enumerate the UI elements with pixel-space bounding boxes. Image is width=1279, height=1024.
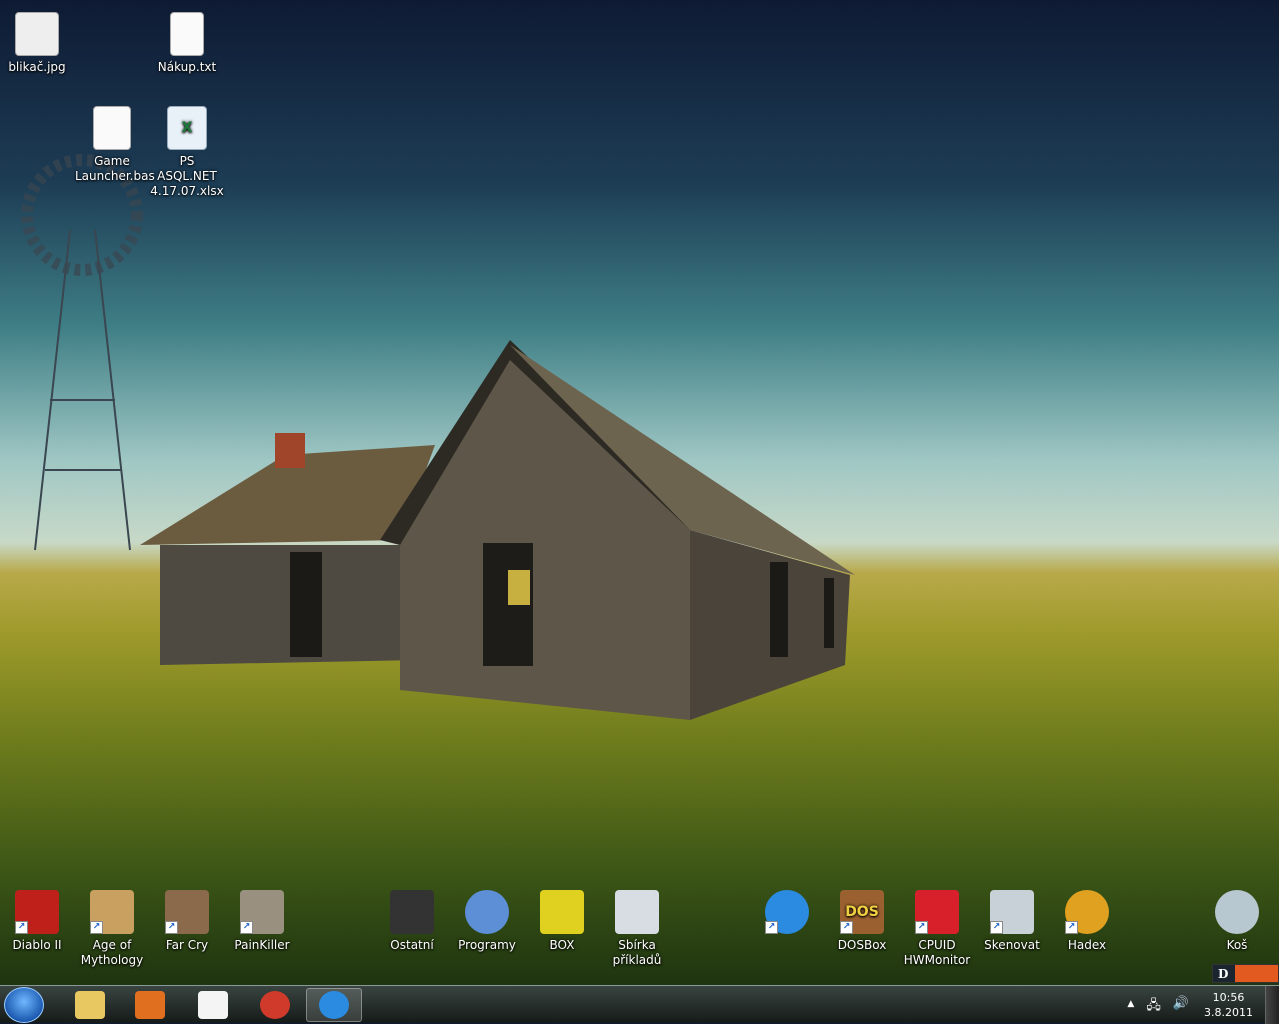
- age-of-mythology-icon: ↗: [90, 890, 134, 934]
- icon-label: Diablo II: [12, 938, 62, 952]
- desktop-icon-chip-folder[interactable]: Ostatní: [375, 890, 449, 953]
- desktop-icon-hwmonitor[interactable]: ↗ CPUID HWMonitor: [900, 890, 974, 968]
- taskbar-button-chrome[interactable]: [247, 988, 303, 1022]
- taskbar-button-media-player[interactable]: [122, 988, 178, 1022]
- printer-icon: [615, 890, 659, 934]
- volume-icon[interactable]: 🔊: [1173, 996, 1189, 1018]
- network-icon[interactable]: 🖧: [1146, 996, 1161, 1018]
- icon-label: Koš: [1226, 938, 1248, 952]
- taskbar-button-explorer[interactable]: [62, 988, 118, 1022]
- desktop-icon-far-cry[interactable]: ↗ Far Cry: [150, 890, 224, 953]
- chrome-icon: [260, 991, 290, 1019]
- taskbar: ▲ 🖧 🔊 10:56 3.8.2011: [0, 985, 1279, 1024]
- desktop-icon-chrome[interactable]: ↗ Hadex: [1050, 890, 1124, 953]
- desktop-icon-game-launcher[interactable]: Game Launcher.bas: [75, 106, 155, 184]
- icon-label: Programy: [458, 938, 516, 952]
- desktop-icon-age-of-mythology[interactable]: ↗ Age of Mythology: [75, 890, 149, 968]
- chip-folder-icon: [390, 890, 434, 934]
- desktop-icon-keys[interactable]: BOX: [525, 890, 599, 953]
- shortcut-arrow-icon: ↗: [90, 921, 103, 934]
- desktop-icon-diablo[interactable]: ↗ Diablo II: [0, 890, 74, 953]
- text-file-icon: [170, 12, 204, 56]
- chrome-icon: ↗: [1065, 890, 1109, 934]
- image-file-icon: [15, 12, 59, 56]
- internet-explorer-icon: [319, 991, 349, 1019]
- hwmonitor-icon: ↗: [915, 890, 959, 934]
- icon-label: Skenovat: [984, 938, 1040, 952]
- translate-icon: [198, 991, 228, 1019]
- icon-label: BOX: [549, 938, 575, 952]
- shortcut-arrow-icon: ↗: [990, 921, 1003, 934]
- desktop-icon-blikac[interactable]: blikač.jpg: [0, 12, 74, 75]
- shortcut-arrow-icon: ↗: [15, 921, 28, 934]
- taskbar-button-internet-explorer[interactable]: [306, 988, 362, 1022]
- taskbar-widget-d[interactable]: D: [1212, 964, 1279, 983]
- keys-icon: [540, 890, 584, 934]
- desktop-icon-internet-explorer[interactable]: ↗: [750, 890, 824, 938]
- icon-label: PS ASQL.NET 4.17.07.xlsx: [150, 154, 224, 198]
- icon-label: Game Launcher.bas: [75, 154, 155, 183]
- desktop-icon-ps-asql[interactable]: X PS ASQL.NET 4.17.07.xlsx: [150, 106, 224, 199]
- icon-label: Ostatní: [390, 938, 434, 952]
- shortcut-arrow-icon: ↗: [240, 921, 253, 934]
- icon-label: Sbírka příkladů: [612, 938, 662, 967]
- show-hidden-icons-button[interactable]: ▲: [1127, 996, 1134, 1018]
- bas-file-icon: [93, 106, 131, 150]
- shortcut-arrow-icon: ↗: [915, 921, 928, 934]
- icon-label: blikač.jpg: [8, 60, 66, 74]
- start-button[interactable]: [4, 987, 44, 1023]
- far-cry-icon: ↗: [165, 890, 209, 934]
- desktop-icon-nakup[interactable]: Nákup.txt: [150, 12, 224, 75]
- desktop-icon-printer[interactable]: Sbírka příkladů: [600, 890, 674, 968]
- painkiller-icon: ↗: [240, 890, 284, 934]
- icon-label: PainKiller: [234, 938, 290, 952]
- icon-label: Far Cry: [165, 938, 209, 952]
- internet-explorer-icon: ↗: [765, 890, 809, 934]
- clock-date: 3.8.2011: [1204, 1006, 1253, 1019]
- icon-label: Nákup.txt: [157, 60, 217, 74]
- windmill: [21, 154, 143, 551]
- desktop-icon-painkiller[interactable]: ↗ PainKiller: [225, 890, 299, 953]
- pie-folder-icon: [465, 890, 509, 934]
- dosbox-icon: DOS ↗: [840, 890, 884, 934]
- file-explorer-icon: [75, 991, 105, 1019]
- excel-file-icon: X: [167, 106, 207, 150]
- icon-label: CPUID HWMonitor: [903, 938, 971, 967]
- shortcut-arrow-icon: ↗: [840, 921, 853, 934]
- diablo-icon: ↗: [15, 890, 59, 934]
- clock[interactable]: 10:56 3.8.2011: [1204, 990, 1253, 1020]
- desktop-icon-scanner[interactable]: ↗ Skenovat: [975, 890, 1049, 953]
- icon-label: Hadex: [1067, 938, 1107, 952]
- taskbar-button-language-bar[interactable]: [185, 988, 241, 1022]
- shortcut-arrow-icon: ↗: [1065, 921, 1078, 934]
- recycle-bin-icon: [1215, 890, 1259, 934]
- show-desktop-button[interactable]: [1265, 986, 1279, 1024]
- desktop-icon-recycle-bin[interactable]: Koš: [1200, 890, 1274, 953]
- media-player-icon: [135, 991, 165, 1019]
- system-tray: ▲ 🖧 🔊: [1127, 996, 1189, 1018]
- shortcut-arrow-icon: ↗: [765, 921, 778, 934]
- icon-label: DOSBox: [837, 938, 887, 952]
- clock-time: 10:56: [1212, 991, 1245, 1004]
- desktop-icon-dosbox[interactable]: DOS ↗ DOSBox: [825, 890, 899, 953]
- icon-label: Age of Mythology: [80, 938, 144, 967]
- desktop-icon-pie-folder[interactable]: Programy: [450, 890, 524, 953]
- shortcut-arrow-icon: ↗: [165, 921, 178, 934]
- farmhouse: [140, 340, 855, 720]
- scanner-icon: ↗: [990, 890, 1034, 934]
